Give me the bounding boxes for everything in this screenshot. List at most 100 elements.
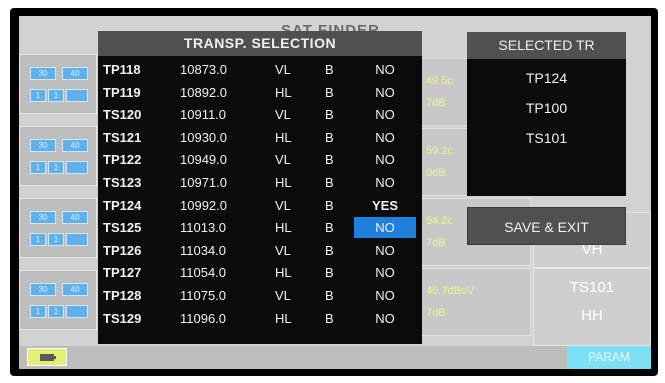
step-button-2[interactable]: 1 — [48, 233, 64, 246]
bg-row-1: 30 40 1 1 — [19, 54, 97, 114]
transponder-row[interactable]: TP127 11054.0 HL B NO — [98, 261, 422, 284]
range-high-button[interactable]: 40 — [62, 283, 88, 296]
range-high-button[interactable]: 40 — [62, 139, 88, 152]
transponder-selected[interactable]: NO — [354, 311, 416, 326]
transponder-selected[interactable]: NO — [354, 243, 416, 258]
transponder-polarization: HL — [275, 129, 292, 145]
step-button-1[interactable]: 1 — [30, 305, 46, 318]
bg-row-2: 30 40 1 1 — [19, 126, 97, 186]
transponder-selected[interactable]: NO — [354, 175, 416, 190]
transponder-band: B — [325, 129, 334, 145]
bg-row-3: 30 40 1 1 — [19, 198, 97, 258]
transponder-polarization: VL — [275, 107, 291, 123]
transponder-frequency: 11096.0 — [180, 310, 227, 326]
transponder-selected[interactable]: NO — [354, 130, 416, 145]
range-high-button[interactable]: 40 — [62, 67, 88, 80]
step-button-2[interactable]: 1 — [48, 89, 64, 102]
transponder-frequency: 11034.0 — [180, 242, 227, 258]
range-low-button[interactable]: 30 — [30, 67, 56, 80]
selected-tr-title: SELECTED TR — [467, 32, 626, 59]
transponder-id: TP128 — [103, 288, 142, 303]
right-tile-label: TS101 — [569, 279, 615, 296]
transponder-id: TP118 — [103, 62, 141, 77]
transponder-row[interactable]: TS121 10930.0 HL B NO — [98, 126, 422, 149]
transponder-selected[interactable]: NO — [354, 288, 416, 303]
right-tile-4[interactable]: TS101 HH — [533, 268, 651, 346]
transponder-band: B — [325, 265, 334, 281]
transponder-id: TS121 — [103, 129, 142, 145]
range-low-button[interactable]: 30 — [30, 139, 56, 152]
transponder-row[interactable]: TS120 10911.0 VL B NO — [98, 103, 422, 126]
transponder-band: B — [325, 197, 334, 213]
transponder-selected[interactable]: NO — [354, 220, 416, 235]
transponder-frequency: 10911.0 — [180, 107, 227, 123]
transponder-row[interactable]: TS123 10971.0 HL B NO — [98, 171, 422, 194]
transponder-band: B — [325, 62, 334, 77]
transponder-polarization: HL — [275, 84, 292, 100]
transponder-frequency: 10930.0 — [180, 129, 227, 145]
step-button-2[interactable]: 1 — [48, 305, 64, 318]
transponder-id: TP122 — [103, 152, 142, 168]
range-high-button[interactable]: 40 — [62, 211, 88, 224]
transponder-selected[interactable]: YES — [354, 198, 416, 213]
transponder-polarization: HL — [275, 310, 292, 326]
transponder-selected[interactable]: NO — [354, 62, 416, 77]
transponder-polarization: HL — [275, 265, 292, 281]
step-button-3[interactable] — [66, 89, 88, 102]
selected-tr-item: TP100 — [525, 100, 568, 116]
range-low-button[interactable]: 30 — [30, 283, 56, 296]
step-button-1[interactable]: 1 — [30, 161, 46, 174]
transponder-selected[interactable]: NO — [354, 265, 416, 280]
transponder-frequency: 11013.0 — [180, 220, 227, 236]
transponder-id: TS123 — [103, 175, 142, 190]
transponder-selected[interactable]: NO — [354, 85, 416, 100]
transponder-id: TS120 — [103, 107, 142, 123]
transponder-selected[interactable]: NO — [354, 107, 416, 122]
transponder-panel-title: TRANSP. SELECTION — [98, 31, 422, 56]
transponder-band: B — [325, 84, 334, 100]
param-button[interactable]: PARAM — [567, 346, 651, 369]
transponder-id: TS129 — [103, 310, 142, 326]
save-exit-button[interactable]: SAVE & EXIT — [467, 207, 626, 245]
transponder-id: TP127 — [103, 265, 142, 281]
reading-level: 54.2c — [426, 215, 453, 227]
transponder-row[interactable]: TP124 10992.0 VL B YES — [98, 194, 422, 217]
step-button-3[interactable] — [66, 161, 88, 174]
reading-quality: 7dB — [426, 97, 446, 109]
step-button-1[interactable]: 1 — [30, 233, 46, 246]
transponder-row[interactable]: TP128 11075.0 VL B NO — [98, 284, 422, 307]
transponder-band: B — [325, 152, 334, 168]
transponder-frequency: 10873.0 — [180, 62, 227, 77]
reading-level: 59.2c — [426, 145, 453, 157]
transponder-row[interactable]: TP118 10873.0 VL B NO — [98, 58, 422, 81]
step-button-2[interactable]: 1 — [48, 161, 64, 174]
transponder-polarization: HL — [275, 220, 292, 236]
transponder-frequency: 10971.0 — [180, 175, 227, 190]
transponder-frequency: 11075.0 — [180, 288, 227, 303]
transponder-polarization: HL — [275, 175, 292, 190]
transponder-polarization: VL — [275, 288, 291, 303]
selected-tr-item: TP124 — [525, 70, 568, 86]
transponder-selected[interactable]: NO — [354, 152, 416, 167]
transponder-frequency: 11054.0 — [180, 265, 227, 281]
transponder-frequency: 10949.0 — [180, 152, 227, 168]
range-low-button[interactable]: 30 — [30, 211, 56, 224]
transponder-id: TP119 — [103, 84, 141, 100]
transponder-row[interactable]: TP126 11034.0 VL B NO — [98, 239, 422, 262]
transponder-row[interactable]: TP119 10892.0 HL B NO — [98, 81, 422, 104]
reading-tile-4: 46.7dBuV 7dB — [419, 268, 531, 336]
battery-icon — [27, 348, 67, 366]
step-button-1[interactable]: 1 — [30, 89, 46, 102]
transponder-polarization: VL — [275, 152, 291, 168]
bottom-bar — [19, 346, 651, 369]
transponder-row[interactable]: TS129 11096.0 HL B NO — [98, 307, 422, 330]
reading-level: 46.7dBuV — [426, 285, 475, 297]
transponder-row[interactable]: TP122 10949.0 VL B NO — [98, 148, 422, 171]
transponder-row[interactable]: TS125 11013.0 HL B NO — [98, 216, 422, 239]
right-tile-label: HH — [581, 307, 603, 324]
step-button-3[interactable] — [66, 305, 88, 318]
step-button-3[interactable] — [66, 233, 88, 246]
selected-tr-panel: SELECTED TR TP124 TP100 TS101 — [467, 32, 626, 196]
reading-quality: 7dB — [426, 237, 446, 249]
transponder-frequency: 10992.0 — [180, 197, 227, 213]
